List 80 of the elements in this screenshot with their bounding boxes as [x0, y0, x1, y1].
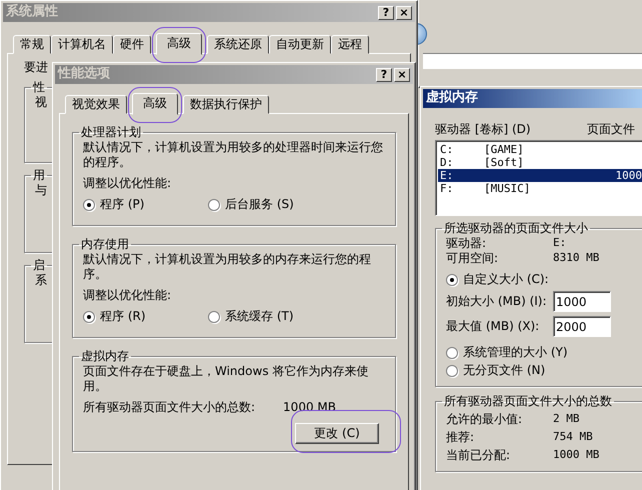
drive-letter: C:	[440, 143, 454, 156]
radio-label: 程序 (P)	[100, 197, 144, 212]
group-title: 性	[32, 81, 46, 93]
info-value: 754 MB	[553, 430, 593, 445]
info-label: 驱动器:	[446, 236, 488, 251]
group-text: 页面文件存在于硬盘上，Windows 将它作为内存来使用。	[83, 364, 370, 394]
group-title: 虚拟内存	[80, 350, 130, 362]
radio-button[interactable]	[83, 198, 95, 210]
input-field[interactable]: 2000	[553, 316, 611, 337]
list-row[interactable]: D: [Soft]	[438, 156, 642, 169]
radio-label: 程序 (R)	[100, 309, 146, 324]
close-button[interactable]: ×	[396, 6, 412, 20]
info-label: 当前已分配:	[446, 448, 512, 463]
page-size: 1000	[616, 169, 642, 182]
group-title: 内存使用	[80, 238, 130, 250]
tab[interactable]: 常规	[13, 35, 51, 54]
tab[interactable]: 系统还原	[207, 35, 269, 54]
tab[interactable]: 高级	[132, 93, 178, 115]
radio-button[interactable]	[446, 346, 458, 358]
change-button[interactable]: 更改 (C)	[295, 423, 379, 444]
column-header: 页面文件	[587, 122, 635, 137]
help-button[interactable]: ?	[378, 6, 394, 20]
tab[interactable]: 高级	[156, 33, 202, 55]
info-value: 8310 MB	[553, 251, 600, 266]
drive-letter: D:	[440, 156, 454, 169]
field-label: 初始大小 (MB) (I):	[446, 294, 548, 309]
info-label: 允许的最小值:	[446, 412, 524, 427]
info-value: E:	[553, 236, 566, 251]
total-label: 所有驱动器页面文件大小的总数:	[83, 400, 256, 415]
group-text: 默认情况下，计算机设置为用较多的内存来运行您的程序。	[83, 252, 372, 282]
tab[interactable]: 远程	[331, 35, 369, 54]
window-title: 虚拟内存	[426, 90, 478, 107]
drive-letter: F:	[440, 182, 454, 195]
volume-label: [Soft]	[484, 156, 524, 169]
group-text: 默认情况下，计算机设置为用较多的处理器时间来运行您的程序。	[83, 140, 384, 170]
radio-button[interactable]	[83, 310, 95, 322]
group-text: 视	[35, 95, 47, 110]
list-row[interactable]: F: [MUSIC]	[438, 182, 642, 195]
radio-label: 后台服务 (S)	[225, 197, 294, 212]
prompt-text: 调整以优化性能:	[83, 288, 172, 303]
tab[interactable]: 计算机名	[51, 35, 113, 54]
group-title: 处理器计划	[80, 126, 142, 138]
radio-label: 自定义大小 (C):	[463, 272, 549, 287]
tab[interactable]: 自动更新	[269, 35, 331, 54]
list-row[interactable]: C: [GAME]	[438, 143, 642, 156]
radio-button[interactable]	[208, 310, 220, 322]
input-field[interactable]: 1000	[553, 291, 611, 312]
window-title: 性能选项	[58, 66, 110, 83]
radio-label: 系统管理的大小 (Y)	[463, 345, 568, 360]
group-title: 用	[32, 169, 46, 181]
radio-label: 无分页文件 (N)	[463, 363, 546, 378]
prompt-text: 调整以优化性能:	[83, 176, 172, 191]
window-title: 系统属性	[6, 4, 58, 21]
radio-label: 系统缓存 (T)	[225, 309, 294, 324]
input-field[interactable]	[423, 53, 642, 69]
tab[interactable]: 视觉效果	[65, 95, 127, 114]
volume-label: [MUSIC]	[484, 182, 530, 195]
volume-label: [GAME]	[484, 143, 524, 156]
notice-text: 要进	[24, 60, 48, 75]
group-title: 启	[32, 259, 46, 271]
help-button[interactable]: ?	[376, 68, 392, 82]
info-label: 可用空间:	[446, 251, 500, 266]
radio-button[interactable]	[446, 274, 458, 286]
radio-button[interactable]	[208, 198, 220, 210]
list-row[interactable]: E: 1000	[438, 169, 642, 182]
field-label: 最大值 (MB) (X):	[446, 319, 540, 334]
info-value: 2 MB	[553, 412, 580, 427]
info-label: 推荐:	[446, 430, 476, 445]
tab[interactable]: 数据执行保护	[183, 95, 269, 114]
close-button[interactable]: ×	[394, 68, 410, 82]
group-title: 所选驱动器的页面文件大小	[443, 222, 589, 234]
drive-letter: E:	[440, 169, 454, 182]
group-text: 与	[35, 183, 47, 198]
drive-list[interactable]: C: [GAME] D: [Soft] E: 1000 F: [MUSIC]	[435, 140, 642, 216]
column-header: 驱动器 [卷标] (D)	[435, 122, 532, 137]
group-text: 系	[35, 273, 47, 288]
radio-button[interactable]	[446, 364, 458, 376]
info-value: 1000 MB	[553, 448, 600, 463]
tab[interactable]: 硬件	[113, 35, 151, 54]
group-title: 所有驱动器页面文件大小的总数	[443, 395, 613, 407]
